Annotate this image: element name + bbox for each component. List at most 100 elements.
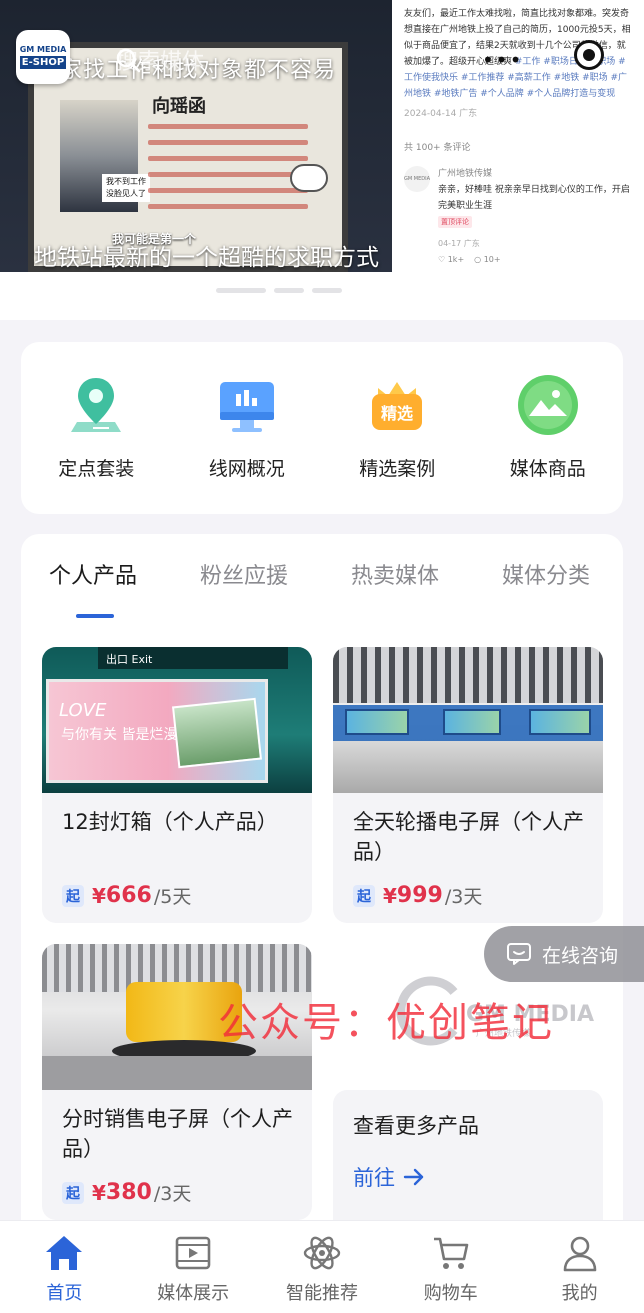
station-floor [42,1056,312,1090]
ad-subtext: 与你有关 皆是烂漫 [61,727,178,743]
price-from-badge: 起 [62,1181,84,1204]
avatar: GM MEDIA [404,166,430,192]
user-icon [557,1233,603,1273]
price-unit: /3天 [153,1183,192,1205]
tabbar-label: 购物车 [423,1283,478,1304]
online-consult-label: 在线咨询 [542,944,619,967]
currency-symbol: ¥ [92,1180,106,1205]
poster-photo: 我不到工作 没脸见人了 [60,100,150,212]
product-section: 个人产品 粉丝应援 热卖媒体 媒体分类 出口 Exit LOVE 与你有关 皆是… [21,534,623,1234]
price-value: 666 [105,883,152,908]
post-comment: GM MEDIA 广州地铁传媒 亲亲，好棒哇 祝亲亲早日找到心仪的工作，开启完美… [404,166,632,268]
product-card-rotation-screen[interactable]: 全天轮播电子屏（个人产品） 起 ¥ 999 /3天 [333,647,603,923]
tab-fan-support[interactable]: 粉丝应援 [200,558,288,590]
view-more-products-card[interactable]: 查看更多产品 前往 [333,1090,603,1230]
nav-label: 媒体商品 [509,458,586,480]
product-title: 全天轮播电子屏（个人产品） [353,810,584,864]
tabbar-label: 媒体展示 [157,1283,230,1304]
post-comment-count: 共 100+ 条评论 [404,143,471,153]
comment-text: 亲亲，好棒哇 祝亲亲早日找到心仪的工作，开启完美职业生涯 [438,185,630,211]
arrow-right-icon [403,1168,424,1186]
tabbar-item-media-display[interactable]: 媒体展示 [133,1233,253,1313]
product-title: 分时销售电子屏（个人产品） [62,1107,293,1161]
currency-symbol: ¥ [383,883,397,908]
svg-text:精选: 精选 [381,404,413,423]
more-options-icon[interactable]: ••• [482,48,523,72]
ad-photo [171,697,263,769]
cart-icon [428,1233,474,1273]
digital-screen [345,709,409,735]
atom-icon [299,1233,345,1273]
tab-personal-products[interactable]: 个人产品 [49,558,137,590]
price-unit: /5天 [153,886,192,908]
product-price: 起 ¥ 380 /3天 [62,1179,191,1206]
price-from-badge: 起 [62,884,84,907]
product-title: 12封灯箱（个人产品） [62,810,278,834]
media-goods-icon [515,372,581,438]
banner-caption-overlay: 我可能是第一个 [112,232,197,246]
price-unit: /3天 [444,886,483,908]
gm-media-eshop-logo: GM MEDIA E-SHOP [16,30,70,84]
online-consult-button[interactable]: 在线咨询 [484,926,644,982]
exit-sign: 出口 Exit [98,647,288,669]
nav-label: 定点套装 [58,458,135,480]
price-from-badge: 起 [353,884,375,907]
chat-icon [507,943,531,965]
heart-icon: ♡ 1k+ [438,255,465,264]
banner-carousel[interactable]: 向瑶函 我不到工作 没脸见人了 家找工作和找对象都不容易 搜索媒体 地铁站最新的… [0,0,644,320]
poster-cloud-graphic [290,164,328,192]
price-value: 380 [105,1180,152,1205]
watermark-text: 公众号：优创笔记 [218,1000,554,1046]
reply-icon: ○ 10+ [474,255,501,264]
tabbar-item-home[interactable]: 首页 [4,1233,124,1313]
nav-item-fixed-package[interactable]: 定点套装 [31,372,161,481]
quick-nav-card: 定点套装 线网概况 精选 精选案例 媒体商品 [21,342,623,514]
product-card-lightbox[interactable]: 出口 Exit LOVE 与你有关 皆是烂漫 12封灯箱（个人产品） 起 ¥ 6… [42,647,312,923]
carousel-dot [216,288,266,293]
go-link[interactable]: 前往 [353,1162,583,1192]
comment-stats: ♡ 1k+ ○ 10+ [438,252,632,268]
nav-label: 线网概况 [208,458,285,480]
tabbar-label: 我的 [561,1283,598,1304]
poster-resume-lines [148,124,308,220]
tab-hot-media[interactable]: 热卖媒体 [351,558,439,590]
carousel-dot [274,288,304,293]
banner-caption: 地铁站最新的一个超酷的求职方式 [34,245,379,271]
featured-crown-icon: 精选 [364,372,430,438]
station-floor [333,741,603,793]
search-icon[interactable] [114,46,142,74]
home-icon [41,1233,87,1273]
poster-name: 向瑶函 [152,96,206,117]
tab-media-category[interactable]: 媒体分类 [502,558,590,590]
nav-label: 精选案例 [359,458,436,480]
tabbar-item-mine[interactable]: 我的 [520,1233,640,1313]
tabbar-item-smart-recommend[interactable]: 智能推荐 [262,1233,382,1313]
active-tab-indicator [76,614,114,618]
product-tabs: 个人产品 粉丝应援 热卖媒体 媒体分类 [21,558,623,618]
product-card-timeshare-screen[interactable]: 分时销售电子屏（个人产品） 起 ¥ 380 /3天 [42,944,312,1220]
video-film-icon [170,1233,216,1273]
logo-line2: E-SHOP [19,56,67,69]
comment-pin-badge: 置顶评论 [438,216,472,228]
product-image [333,647,603,793]
carousel-dot [312,288,342,293]
product-price: 起 ¥ 666 /5天 [62,882,191,909]
currency-symbol: ¥ [92,883,106,908]
go-link-label: 前往 [353,1166,395,1190]
record-icon[interactable] [574,40,604,70]
digital-screen [529,709,591,735]
comment-meta: 04-17 广东 [438,239,480,248]
bottom-tab-bar: 首页 媒体展示 智能推荐 购物车 我的 [0,1220,644,1313]
ad-headline: LOVE [59,700,107,721]
monitor-chart-icon [214,372,280,438]
product-image: 出口 Exit LOVE 与你有关 皆是烂漫 [42,647,312,793]
digital-screen [443,709,501,735]
tabbar-item-cart[interactable]: 购物车 [391,1233,511,1313]
station-ceiling [333,647,603,703]
nav-item-featured-cases[interactable]: 精选 精选案例 [332,372,462,481]
carousel-indicators [216,288,342,293]
nav-item-media-goods[interactable]: 媒体商品 [483,372,613,481]
post-date: 2024-04-14 广东 [404,109,478,119]
comment-author: 广州地铁传媒 [438,169,493,179]
nav-item-network-overview[interactable]: 线网概况 [182,372,312,481]
